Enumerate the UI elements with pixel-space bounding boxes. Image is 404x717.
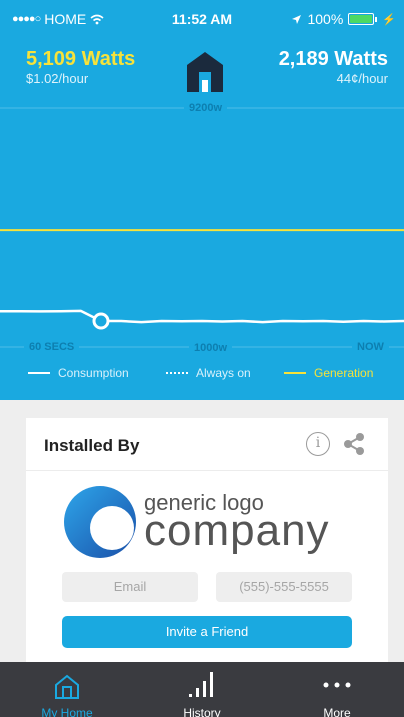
email-field[interactable]: Email [62, 572, 198, 602]
bar-chart-icon [189, 672, 213, 697]
info-icon[interactable]: i [306, 432, 330, 456]
generation-metric: 2,189 Watts 44¢/hour [279, 48, 388, 86]
legend-always-on-label: Always on [196, 366, 251, 380]
tab-my-home-label: My Home [41, 706, 93, 717]
generation-value: 2,189 Watts [278, 48, 388, 70]
legend-consumption-swatch [28, 372, 50, 374]
legend-generation-label: Generation [314, 366, 374, 380]
phone-field[interactable]: (555)-555-5555 [216, 572, 352, 602]
legend-consumption-label: Consumption [58, 366, 129, 380]
consumption-marker[interactable] [92, 312, 110, 330]
card-divider [26, 470, 388, 471]
consumption-value: 5,109 Watts [26, 48, 136, 70]
company-logo: generic logo company [62, 482, 362, 562]
power-chart[interactable]: 9200w 60 SECS 1000w NOW [0, 100, 404, 400]
legend-consumption: Consumption [28, 366, 129, 380]
location-arrow-icon [292, 14, 302, 24]
invite-friend-button[interactable]: Invite a Friend [62, 616, 352, 648]
battery-group: 100% ⚡ [291, 11, 396, 27]
status-bar: ●●●●○ HOME 11:52 AM 100% ⚡ [0, 0, 404, 40]
battery-icon [348, 13, 375, 25]
chart-top-label: 9200w [184, 102, 228, 114]
more-icon [323, 682, 351, 688]
legend-generation-swatch [284, 372, 306, 374]
company-logo-mark [64, 486, 136, 558]
battery-tip [375, 16, 378, 22]
chart-mid-label: 1000w [189, 342, 233, 354]
energy-header: 5,109 Watts $1.02/hour 2,189 Watts 44¢/h… [0, 40, 404, 100]
charging-icon: ⚡ [382, 13, 396, 26]
power-chart-svg [0, 107, 404, 348]
share-icon[interactable] [342, 432, 366, 456]
tab-more-label: More [323, 706, 351, 717]
tab-more[interactable]: More [270, 662, 404, 717]
generation-rate: 44¢/hour [336, 71, 388, 86]
legend-always-on-swatch [166, 372, 188, 374]
consumption-metric: 5,109 Watts $1.02/hour [26, 48, 135, 86]
installer-card: Installed By i generic logo company Emai… [26, 418, 388, 663]
legend-always-on: Always on [166, 366, 251, 380]
home-icon [55, 674, 79, 699]
tab-history-label: History [183, 706, 221, 717]
x-end-label: NOW [352, 341, 389, 353]
logo-text-big: company [144, 506, 330, 555]
chart-legend: Consumption Always on Generation [0, 366, 404, 386]
tab-my-home[interactable]: My Home [0, 662, 134, 717]
card-title: Installed By [44, 436, 140, 455]
tab-history[interactable]: History [135, 662, 269, 717]
legend-generation: Generation [284, 366, 373, 380]
card-actions: i [306, 432, 366, 456]
battery-percent: 100% [307, 11, 344, 27]
consumption-rate: $1.02/hour [26, 71, 89, 86]
x-start-label: 60 SECS [24, 341, 80, 353]
tab-bar: My Home History More [0, 662, 404, 717]
house-logo-icon[interactable] [184, 50, 226, 94]
consumption-series-line [0, 309, 404, 324]
